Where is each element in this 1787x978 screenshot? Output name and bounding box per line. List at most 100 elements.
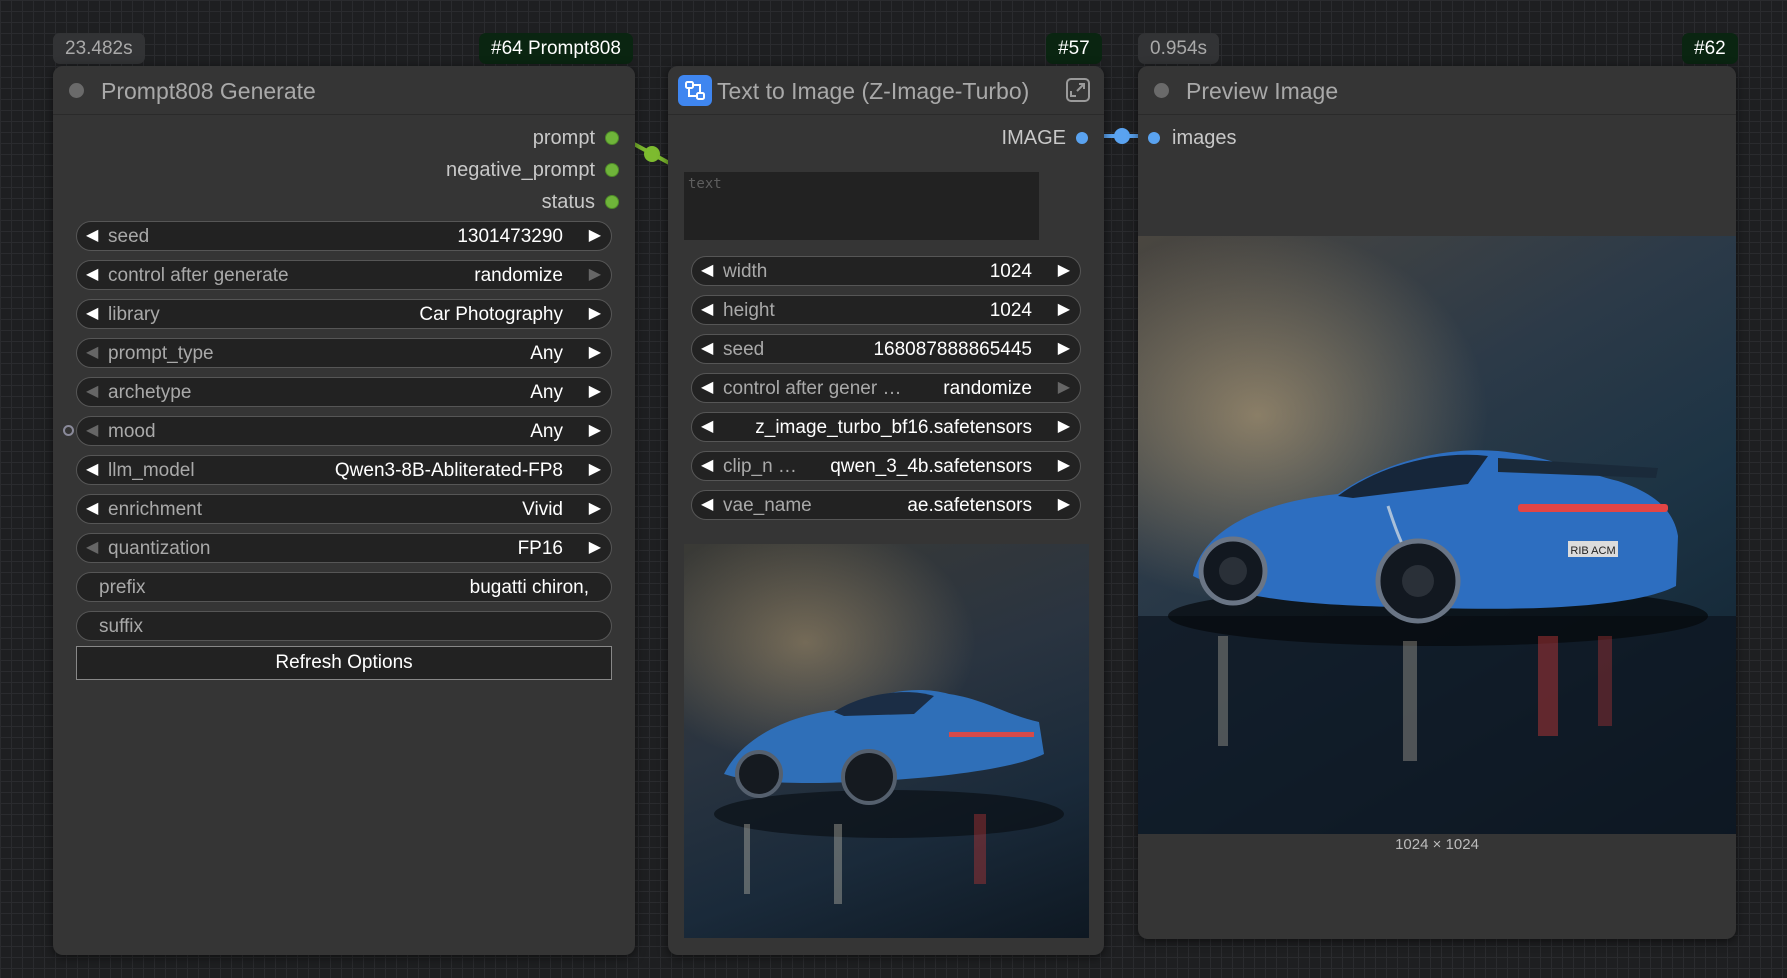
widget-value[interactable]: Any [530, 421, 563, 443]
widget-value[interactable]: ae.safetensors [907, 495, 1032, 517]
arrow-right-icon[interactable]: ▶ [1058, 262, 1070, 280]
arrow-left-icon[interactable]: ◀ [86, 539, 98, 557]
arrow-right-icon[interactable]: ▶ [589, 500, 601, 518]
widget-value[interactable]: Vivid [522, 499, 563, 521]
arrow-right-icon[interactable]: ▶ [589, 305, 601, 323]
widget-label: vae_name [723, 495, 812, 516]
preview-image[interactable]: RIB ACM [1138, 236, 1736, 834]
arrow-left-icon[interactable]: ◀ [701, 496, 713, 514]
arrow-right-icon[interactable]: ▶ [1058, 301, 1070, 319]
refresh-options-button[interactable]: Refresh Options [76, 646, 612, 680]
collapse-dot[interactable] [1154, 83, 1169, 98]
workflow-icon [678, 75, 712, 106]
expand-icon[interactable] [1064, 76, 1092, 104]
width-widget[interactable]: ◀ width 1024 ▶ [691, 256, 1081, 286]
widget-value[interactable]: Car Photography [419, 304, 563, 326]
widget-label: prompt_type [108, 343, 214, 364]
arrow-left-icon[interactable]: ◀ [701, 379, 713, 397]
prompt808-generate-node[interactable]: Prompt808 Generate prompt negative_promp… [53, 66, 635, 955]
widget-value[interactable]: z_image_turbo_bf16.safetensors [755, 417, 1032, 439]
widget-input-dot[interactable] [63, 425, 74, 436]
output-slot-prompt[interactable]: prompt [533, 124, 619, 152]
arrow-right-icon[interactable]: ▶ [589, 539, 601, 557]
prompt-type-widget[interactable]: ◀ prompt_type Any ▶ [76, 338, 612, 368]
control-after-generate-widget[interactable]: ◀ control after gener … randomize ▶ [691, 373, 1081, 403]
widget-value[interactable]: randomize [943, 378, 1032, 400]
arrow-left-icon[interactable]: ◀ [86, 461, 98, 479]
arrow-right-icon[interactable]: ▶ [1058, 496, 1070, 514]
preview-image-node[interactable]: Preview Image images RIB ACM 1024 × 1024 [1138, 66, 1736, 939]
arrow-left-icon[interactable]: ◀ [86, 305, 98, 323]
collapse-dot[interactable] [69, 83, 84, 98]
arrow-left-icon[interactable]: ◀ [86, 383, 98, 401]
control-after-generate-widget[interactable]: ◀ control after generate randomize ▶ [76, 260, 612, 290]
archetype-widget[interactable]: ◀ archetype Any ▶ [76, 377, 612, 407]
arrow-left-icon[interactable]: ◀ [701, 340, 713, 358]
widget-label: seed [108, 226, 150, 247]
widget-value[interactable]: randomize [474, 265, 563, 287]
output-slot-status[interactable]: status [542, 188, 619, 216]
arrow-right-icon[interactable]: ▶ [589, 266, 601, 284]
output-dot[interactable] [605, 163, 619, 177]
height-widget[interactable]: ◀ height 1024 ▶ [691, 295, 1081, 325]
arrow-right-icon[interactable]: ▶ [589, 383, 601, 401]
arrow-right-icon[interactable]: ▶ [1058, 379, 1070, 397]
arrow-left-icon[interactable]: ◀ [701, 418, 713, 436]
library-widget[interactable]: ◀ library Car Photography ▶ [76, 299, 612, 329]
text-input[interactable]: text [684, 172, 1039, 240]
arrow-right-icon[interactable]: ▶ [589, 344, 601, 362]
enrichment-widget[interactable]: ◀ enrichment Vivid ▶ [76, 494, 612, 524]
slot-label: images [1172, 126, 1237, 149]
input-slot-images[interactable]: images [1148, 124, 1236, 152]
mood-widget[interactable]: ◀ mood Any ▶ [76, 416, 612, 446]
suffix-field[interactable]: suffix [76, 611, 612, 641]
clip-name-widget[interactable]: ◀ clip_n … qwen_3_4b.safetensors ▶ [691, 451, 1081, 481]
execution-time-badge: 23.482s [53, 33, 145, 64]
arrow-left-icon[interactable]: ◀ [86, 344, 98, 362]
text-to-image-node[interactable]: Text to Image (Z-Image-Turbo) IMAGE text… [668, 66, 1104, 955]
arrow-left-icon[interactable]: ◀ [86, 500, 98, 518]
widget-value[interactable]: Any [530, 382, 563, 404]
llm-model-widget[interactable]: ◀ llm_model Qwen3-8B-Abliterated-FP8 ▶ [76, 455, 612, 485]
arrow-left-icon[interactable]: ◀ [701, 262, 713, 280]
arrow-right-icon[interactable]: ▶ [1058, 340, 1070, 358]
output-dot[interactable] [1076, 132, 1088, 144]
node-header[interactable]: Prompt808 Generate [53, 66, 635, 115]
node-header[interactable]: Preview Image [1138, 66, 1736, 115]
arrow-right-icon[interactable]: ▶ [589, 461, 601, 479]
arrow-right-icon[interactable]: ▶ [589, 227, 601, 245]
generated-image-thumbnail[interactable] [684, 544, 1089, 938]
widget-value[interactable]: Qwen3-8B-Abliterated-FP8 [335, 460, 563, 482]
output-dot[interactable] [605, 195, 619, 209]
vae-name-widget[interactable]: ◀ vae_name ae.safetensors ▶ [691, 490, 1081, 520]
widget-value[interactable]: 1024 [990, 261, 1032, 283]
arrow-left-icon[interactable]: ◀ [86, 227, 98, 245]
node-title: Prompt808 Generate [101, 78, 316, 104]
quantization-widget[interactable]: ◀ quantization FP16 ▶ [76, 533, 612, 563]
output-slot-image[interactable]: IMAGE [1002, 124, 1088, 152]
widget-value[interactable]: 1024 [990, 300, 1032, 322]
arrow-left-icon[interactable]: ◀ [701, 301, 713, 319]
prefix-field[interactable]: prefix bugatti chiron, [76, 572, 612, 602]
widget-value[interactable]: 168087888865445 [873, 339, 1032, 361]
arrow-left-icon[interactable]: ◀ [86, 266, 98, 284]
widget-value[interactable]: bugatti chiron, [470, 577, 589, 599]
widget-value[interactable]: FP16 [518, 538, 563, 560]
arrow-left-icon[interactable]: ◀ [86, 422, 98, 440]
arrow-right-icon[interactable]: ▶ [1058, 457, 1070, 475]
widget-label: control after gener … [723, 378, 902, 399]
arrow-right-icon[interactable]: ▶ [589, 422, 601, 440]
seed-widget[interactable]: ◀ seed 1301473290 ▶ [76, 221, 612, 251]
widget-label: quantization [108, 538, 211, 559]
widget-value[interactable]: qwen_3_4b.safetensors [830, 456, 1032, 478]
widget-value[interactable]: Any [530, 343, 563, 365]
seed-widget[interactable]: ◀ seed 168087888865445 ▶ [691, 334, 1081, 364]
input-dot[interactable] [1148, 132, 1160, 144]
widget-value[interactable]: 1301473290 [457, 226, 563, 248]
arrow-left-icon[interactable]: ◀ [701, 457, 713, 475]
unet-name-widget[interactable]: ◀ z_image_turbo_bf16.safetensors ▶ [691, 412, 1081, 442]
arrow-right-icon[interactable]: ▶ [1058, 418, 1070, 436]
node-header[interactable]: Text to Image (Z-Image-Turbo) [668, 66, 1104, 115]
output-slot-negative-prompt[interactable]: negative_prompt [446, 156, 619, 184]
output-dot[interactable] [605, 131, 619, 145]
